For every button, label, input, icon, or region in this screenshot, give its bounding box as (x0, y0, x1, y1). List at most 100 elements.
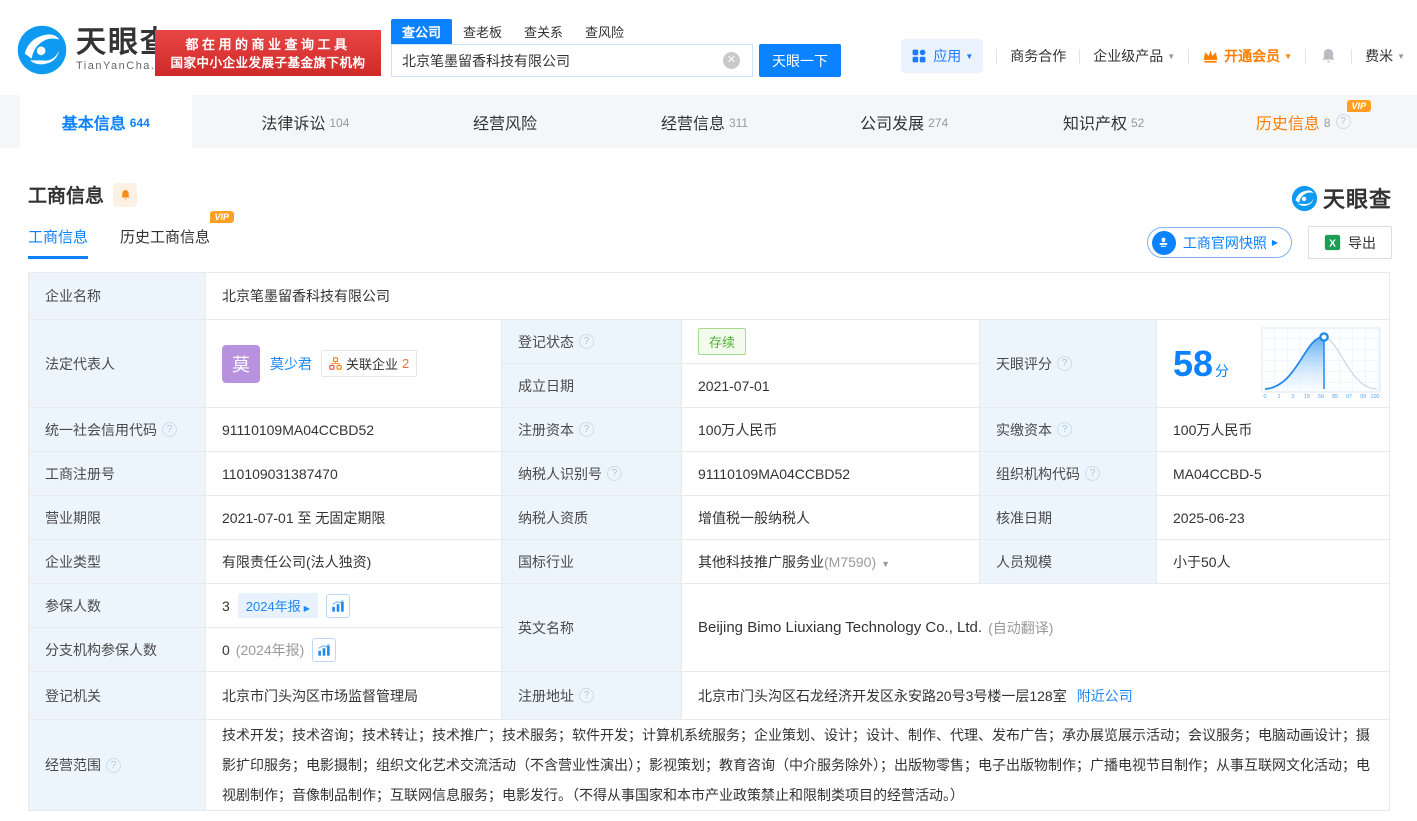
search-input[interactable] (391, 44, 753, 77)
staff-size-value: 小于50人 (1157, 540, 1390, 584)
svg-text:97: 97 (1346, 394, 1352, 400)
help-icon[interactable] (579, 688, 594, 703)
company-name-value: 北京笔墨留香科技有限公司 (206, 273, 1390, 320)
trend-chart-button[interactable] (325, 593, 350, 618)
search-button[interactable]: 天眼一下 (759, 44, 841, 77)
subtab-history-business-info[interactable]: 历史工商信息 VIP (120, 211, 235, 259)
export-button[interactable]: X 导出 (1308, 226, 1392, 259)
search-tab-risk[interactable]: 查风险 (574, 19, 635, 44)
tab-intellectual-property[interactable]: 知识产权 52 (1018, 95, 1190, 148)
official-snapshot-button[interactable]: 工商官网快照 (1146, 227, 1292, 258)
help-icon[interactable] (607, 466, 622, 481)
excel-icon: X (1324, 234, 1341, 251)
nav-user-menu[interactable]: 费米 (1365, 46, 1405, 66)
crown-icon (1203, 49, 1218, 63)
related-companies-label: 关联企业 (346, 357, 399, 372)
tab-legal-proceedings[interactable]: 法律诉讼 104 (220, 95, 392, 148)
tab-business-info[interactable]: 经营信息 311 (619, 95, 791, 148)
staff-size-label: 人员规模 (980, 540, 1157, 584)
search-tab-relation[interactable]: 查关系 (513, 19, 574, 44)
help-icon[interactable] (162, 422, 177, 437)
trend-chart-button[interactable] (312, 637, 337, 662)
bell-icon (120, 189, 130, 199)
nav-vip-membership[interactable]: 开通会员 (1202, 46, 1292, 66)
annual-report-badge[interactable]: 2024年报 (237, 593, 318, 618)
tab-operational-risk[interactable]: 经营风险 (419, 95, 591, 148)
industry-code: (M7590) (824, 553, 877, 570)
nav-enterprise-products[interactable]: 企业级产品 (1093, 46, 1175, 66)
paid-capital-label: 实缴资本 (980, 408, 1157, 452)
header: 天眼查 TianYanCha.com 都在用的商业查询工具 国家中小企业发展子基… (0, 0, 1417, 95)
vip-badge: VIP (209, 211, 235, 223)
divider (1188, 48, 1190, 64)
help-icon[interactable] (1057, 422, 1072, 437)
company-tabbar: 基本信息 644 法律诉讼 104 经营风险 经营信息 311 公司发展 274… (0, 95, 1417, 148)
svg-text:50: 50 (1318, 394, 1324, 400)
apps-menu-button[interactable]: 应用 (901, 39, 984, 73)
related-companies-badge[interactable]: 关联企业 2 (321, 350, 418, 377)
vip-badge: VIP (1346, 100, 1372, 112)
enterprise-label: 企业级产品 (1093, 48, 1164, 64)
establish-date-label: 成立日期 (502, 364, 682, 408)
score-distribution-chart[interactable]: 0 1 3 15 50 85 97 99 100 (1261, 327, 1381, 401)
business-term-value: 2021-07-01 至 无固定期限 (206, 496, 502, 540)
subtab-business-info[interactable]: 工商信息 (28, 226, 89, 259)
subtabs: 工商信息 历史工商信息 VIP (28, 211, 242, 259)
help-icon[interactable] (106, 757, 121, 773)
legal-rep-avatar[interactable]: 莫 (222, 344, 260, 383)
svg-text:15: 15 (1304, 394, 1310, 400)
legal-rep-name-link[interactable]: 莫少君 (270, 354, 312, 374)
snapshot-label: 工商官网快照 (1182, 234, 1267, 251)
reg-number-label: 工商注册号 (29, 452, 206, 496)
score-value: 58 (1173, 342, 1214, 384)
help-icon[interactable] (1335, 114, 1351, 129)
arrow-right-icon (1272, 237, 1278, 248)
reg-number-value: 110109031387470 (206, 452, 502, 496)
search-tab-boss[interactable]: 查老板 (452, 19, 513, 44)
tab-label: 公司发展 (860, 115, 925, 133)
nav-cooperation[interactable]: 商务合作 (1010, 46, 1066, 66)
help-icon[interactable] (579, 422, 594, 437)
chevron-down-icon[interactable] (876, 554, 890, 570)
divider (1079, 48, 1081, 64)
header-nav: 应用 商务合作 企业级产品 开通会员 (901, 38, 1405, 74)
username: 费米 (1365, 48, 1394, 64)
nearby-companies-link[interactable]: 附近公司 (1077, 686, 1133, 706)
clear-search-icon[interactable] (723, 52, 740, 69)
related-companies-count: 2 (402, 356, 410, 371)
tab-label: 法律诉讼 (261, 115, 326, 133)
tab-count: 8 (1323, 115, 1331, 130)
approval-date-value: 2025-06-23 (1157, 496, 1390, 540)
org-code-value: MA04CCBD-5 (1157, 452, 1390, 496)
insured-count-label: 参保人数 (29, 584, 206, 628)
tab-count: 311 (728, 115, 749, 130)
promo-banner: 都在用的商业查询工具 国家中小企业发展子基金旗下机构 (155, 30, 381, 76)
industry-label: 国标行业 (502, 540, 682, 584)
help-icon[interactable] (579, 334, 594, 349)
chevron-down-icon (965, 51, 973, 62)
tab-history-info[interactable]: VIP 历史信息 8 (1217, 95, 1389, 148)
monitor-bell-button[interactable] (113, 182, 138, 207)
tab-label: 历史信息 (1255, 115, 1320, 133)
tab-label: 知识产权 (1062, 115, 1127, 133)
credit-code-label: 统一社会信用代码 (29, 408, 206, 452)
reg-capital-label: 注册资本 (502, 408, 682, 452)
help-icon[interactable] (1085, 466, 1100, 481)
english-name-label: 英文名称 (502, 584, 682, 672)
bar-chart-icon (332, 598, 344, 612)
tab-company-development[interactable]: 公司发展 274 (818, 95, 990, 148)
stamp-icon (1151, 230, 1176, 255)
help-icon[interactable] (1057, 356, 1072, 371)
establish-date-value: 2021-07-01 (682, 364, 980, 408)
banner-slogan-1: 都在用的商业查询工具 (185, 37, 351, 52)
search-tab-company[interactable]: 查公司 (391, 19, 453, 44)
section-actions: 工商官网快照 X 导出 (1146, 226, 1392, 259)
svg-text:3: 3 (1291, 394, 1294, 400)
svg-text:0: 0 (1263, 394, 1266, 400)
company-type-label: 企业类型 (29, 540, 206, 584)
business-scope-value: 技术开发；技术咨询；技术转让；技术推广；技术服务；软件开发；计算机系统服务；企业… (206, 720, 1390, 811)
tab-basic-info[interactable]: 基本信息 644 (20, 95, 192, 148)
notification-bell-icon[interactable] (1319, 46, 1338, 66)
status-badge: 存续 (698, 328, 747, 355)
annual-report-label: 2024年报 (245, 599, 301, 614)
